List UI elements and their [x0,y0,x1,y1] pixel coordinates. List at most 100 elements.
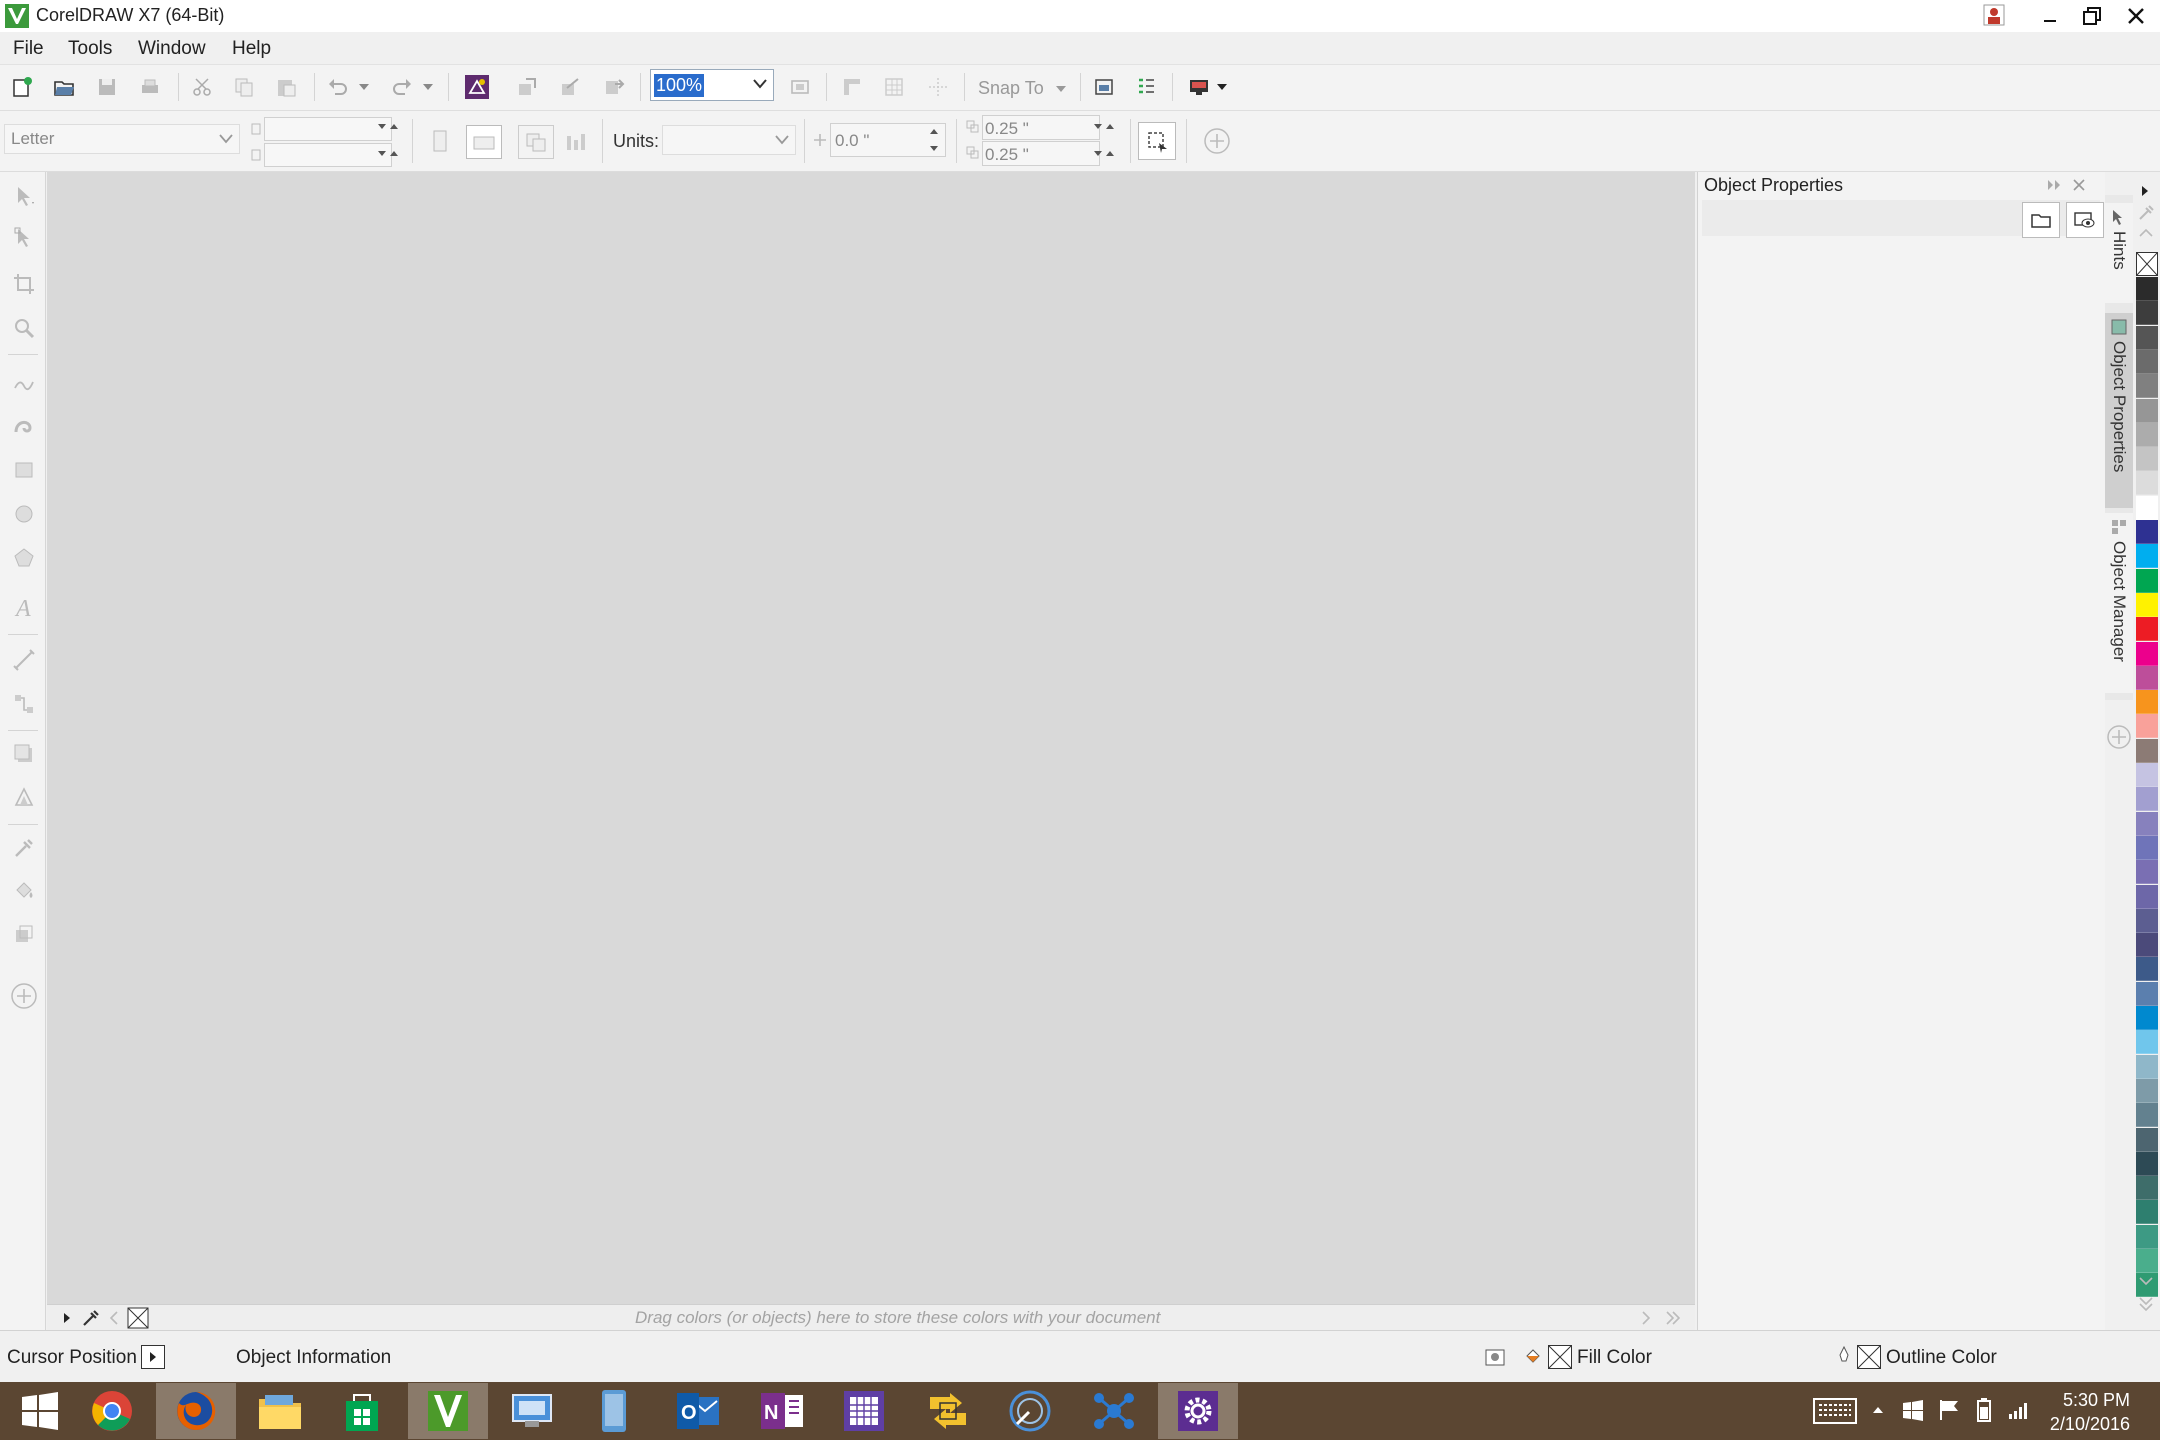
color-swatch[interactable] [2136,1224,2158,1249]
restore-button[interactable] [2070,0,2114,32]
publish-pdf-icon[interactable] [600,73,628,101]
color-swatch[interactable] [2136,835,2158,860]
document-palette[interactable]: Drag colors (or objects) here to store t… [47,1304,1695,1330]
stepper-icon[interactable] [376,121,400,167]
menu-tools[interactable]: Tools [68,38,112,60]
redo-dropdown-icon[interactable] [420,73,436,101]
portrait-icon[interactable] [426,127,454,155]
color-swatch[interactable] [2136,374,2158,399]
color-swatch[interactable] [2136,860,2158,885]
outline-color-swatch[interactable] [1857,1345,1881,1369]
crop-tool-icon[interactable] [8,268,40,300]
undo-icon[interactable] [324,73,352,101]
system-clock[interactable]: 5:30 PM 2/10/2016 [2050,1388,2130,1436]
copy-icon[interactable] [230,73,258,101]
artistic-media-tool-icon[interactable] [8,410,40,442]
eyedropper-icon[interactable] [81,1308,101,1328]
signal-strength-icon[interactable] [2008,1400,2030,1420]
double-chevron-down-icon[interactable] [2139,1296,2153,1312]
color-swatch[interactable] [2136,568,2158,593]
ellipse-tool-icon[interactable] [8,498,40,530]
onenote-icon[interactable]: N [742,1383,822,1439]
color-swatch[interactable] [2136,325,2158,350]
search-content-icon[interactable] [463,73,491,101]
no-color-swatch[interactable] [127,1307,149,1329]
welcome-screen-icon[interactable] [1186,73,1214,101]
color-swatch[interactable] [2136,1030,2158,1055]
color-swatch[interactable] [2136,1103,2158,1128]
connector-tool-icon[interactable] [8,688,40,720]
color-swatch[interactable] [2136,738,2158,763]
paste-icon[interactable] [272,73,300,101]
color-swatch[interactable] [2136,301,2158,326]
redo-icon[interactable] [388,73,416,101]
color-swatch[interactable] [2136,1176,2158,1201]
color-swatch[interactable] [2136,641,2158,666]
polygon-tool-icon[interactable] [8,542,40,574]
color-eyedropper-tool-icon[interactable] [8,832,40,864]
text-tool-icon[interactable]: A [8,592,40,624]
menu-file[interactable]: File [13,38,44,60]
outlook-icon[interactable]: O [658,1383,738,1439]
color-proofing-icon[interactable] [1484,1347,1508,1369]
export-icon[interactable] [556,73,584,101]
settings-icon[interactable] [1158,1383,1238,1439]
color-swatch[interactable] [2136,1006,2158,1030]
rectangle-tool-icon[interactable] [8,454,40,486]
minimize-button[interactable] [2028,0,2072,32]
nudge-distance-field[interactable]: 0.0 " [830,123,946,157]
color-swatch[interactable] [2136,592,2158,617]
color-swatch[interactable] [2136,422,2158,447]
pick-tool-icon[interactable] [8,180,40,212]
options-icon[interactable] [1090,73,1118,101]
color-swatch[interactable] [2136,544,2158,569]
user-account-icon[interactable] [1983,4,2005,26]
color-swatch[interactable] [2136,1078,2158,1103]
color-swatch[interactable] [2136,1127,2158,1152]
stepper-icon[interactable] [929,128,939,152]
start-button[interactable] [0,1383,80,1439]
battery-icon[interactable] [1972,1397,1996,1423]
action-center-flag-icon[interactable] [1938,1398,1960,1422]
chevron-down-icon[interactable] [2139,1276,2153,1286]
add-tool-icon[interactable] [8,980,40,1012]
menu-window[interactable]: Window [138,38,206,60]
print-icon[interactable] [136,73,164,101]
color-swatch[interactable] [2136,495,2158,520]
transparency-tool-icon[interactable] [8,782,40,814]
zoom-tool-icon[interactable] [8,312,40,344]
import-icon[interactable] [513,73,541,101]
color-swatch[interactable] [2136,349,2158,374]
treat-as-filled-icon[interactable] [1138,122,1176,160]
color-swatch[interactable] [2136,787,2158,812]
show-guidelines-icon[interactable] [924,73,952,101]
eyedropper-icon[interactable] [2137,204,2155,222]
color-swatch[interactable] [2136,665,2158,690]
calendar-app-icon[interactable] [824,1383,904,1439]
fill-color-swatch[interactable] [1548,1345,1572,1369]
drop-shadow-tool-icon[interactable] [8,738,40,770]
add-docker-icon[interactable] [2106,724,2132,750]
menu-help[interactable]: Help [232,38,271,60]
properties-tab-icon[interactable] [2022,202,2060,238]
color-swatch[interactable] [2136,714,2158,739]
remote-desktop-icon[interactable] [492,1383,572,1439]
tab-object-properties[interactable]: Object Properties [2105,313,2133,508]
units-select[interactable] [662,125,796,155]
transfer-app-icon[interactable] [908,1383,988,1439]
add-icon[interactable] [1203,127,1231,155]
page-height-field[interactable] [264,143,392,167]
show-grid-icon[interactable] [880,73,908,101]
page-size-select[interactable]: Letter [4,124,240,154]
store-icon[interactable] [322,1383,402,1439]
view-icon[interactable] [2066,202,2104,238]
current-page-icon[interactable] [563,127,591,155]
color-swatch[interactable] [2136,981,2158,1006]
color-swatch[interactable] [2136,617,2158,642]
color-swatch[interactable] [2136,1249,2158,1273]
firefox-icon[interactable] [156,1383,236,1439]
color-swatch[interactable] [2136,1200,2158,1225]
toolbar-options-dropdown-icon[interactable] [1214,73,1230,101]
snap-to-dropdown[interactable]: Snap To [976,76,1072,102]
cursor-position-flyout-button[interactable] [141,1345,165,1369]
